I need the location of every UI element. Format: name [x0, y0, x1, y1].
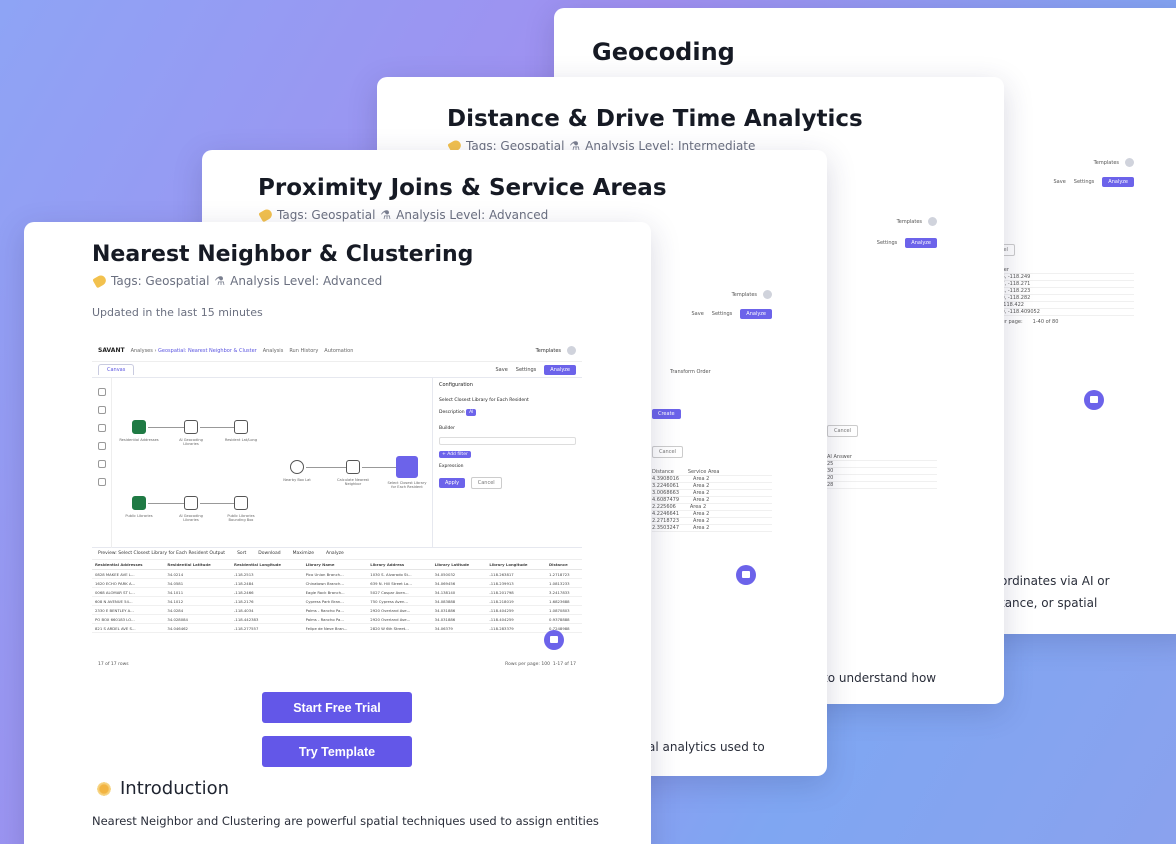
table-row: 0068 ALOMAR ST L... 34.1011 -118.2466 Eagle… — [92, 587, 582, 597]
nav-analysis: Analysis — [262, 347, 284, 354]
table-row: 608 N AVENUE 54... 34.1012 -118.2176 Cypres… — [92, 596, 582, 606]
avatar — [763, 290, 772, 299]
mini-screenshot: Templates Settings Analyze Cancel AI Ans… — [827, 217, 937, 489]
card-title: Nearest Neighbor & Clustering — [92, 242, 474, 267]
start-free-trial-button[interactable]: Start Free Trial — [262, 692, 412, 723]
tag-icon — [258, 207, 274, 223]
templates-menu: Templates — [535, 347, 561, 354]
excel-icon — [132, 420, 146, 434]
card-title: Distance & Drive Time Analytics — [447, 106, 863, 132]
app-logo: SAVANT — [98, 347, 125, 354]
avatar — [928, 217, 937, 226]
chat-bubble-icon[interactable] — [544, 630, 564, 650]
join-icon — [290, 460, 304, 474]
canvas-sidebar — [92, 378, 112, 548]
transform-icon — [234, 420, 248, 434]
introduction-heading: Introduction — [96, 778, 229, 799]
chat-bubble-icon[interactable] — [1084, 390, 1104, 410]
try-template-button[interactable]: Try Template — [262, 736, 412, 767]
updated-text: Updated in the last 15 minutes — [92, 306, 263, 319]
avatar — [1125, 158, 1134, 167]
tab-canvas: Canvas — [98, 364, 135, 375]
card-snippet: to understand how — [823, 671, 937, 685]
card-meta: Tags: Geospatial ⚗ Analysis Level: Advan… — [258, 207, 548, 223]
nav-automation: Automation — [324, 347, 354, 354]
ai-node-icon — [184, 420, 198, 434]
mini-screenshot: Templates Save Settings Analyze Cancel A… — [984, 158, 1134, 410]
settings-button: Settings — [515, 366, 537, 373]
transform-icon — [234, 496, 248, 510]
nav-run-history: Run History — [289, 347, 319, 354]
breadcrumb: Analyses › Geospatial: Nearest Neighbor … — [130, 347, 257, 354]
table-row: 0828 MAKEE AVE L... 34.0214 -118.2513 Pico … — [92, 569, 582, 579]
flask-icon: ⚗ — [214, 274, 226, 288]
tag-icon — [92, 273, 108, 289]
configuration-panel: Configuration Select Closest Library for… — [432, 378, 582, 548]
card-title: Geocoding — [592, 38, 735, 66]
card-title: Proximity Joins & Service Areas — [258, 175, 667, 201]
sparkle-icon — [96, 780, 112, 797]
transform-icon — [346, 460, 360, 474]
table-footer: 17 of 17 rows Rows per page: 100 1-17 of… — [98, 661, 576, 667]
template-card-nearest-neighbor[interactable]: Nearest Neighbor & Clustering Tags: Geos… — [24, 222, 651, 844]
workflow-canvas: Residential Addresses AI Geocoding Libra… — [92, 378, 582, 548]
canvas-toolbar: Canvas Save Settings Analyze — [92, 362, 582, 378]
introduction-text: Nearest Neighbor and Clustering are powe… — [92, 814, 599, 828]
card-snippet: tance, or spatial — [1000, 596, 1098, 610]
avatar — [567, 346, 576, 355]
excel-icon — [132, 496, 146, 510]
card-snippet: al analytics used to — [648, 740, 765, 754]
app-header: SAVANT Analyses › Geospatial: Nearest Ne… — [92, 340, 582, 362]
ai-node-icon — [184, 496, 198, 510]
table-row: PO BOX 660183 LO... 34.028084 -118.442383 P… — [92, 614, 582, 624]
table-row: 1620 ECHO PARK A... 34.0581 -118.2484 China… — [92, 578, 582, 588]
chat-bubble-icon[interactable] — [736, 565, 756, 585]
table-row: 821 S ARDEL AVE S... 34.046462 -118.277557… — [92, 623, 582, 633]
preview-table: Residential Addresses Residential Latitud… — [92, 560, 582, 633]
table-row: 2330 E BENTLEY A... 34.0284 -118.4034 Palms… — [92, 605, 582, 615]
card-snippet: ordinates via AI or — [1000, 574, 1110, 588]
card-meta: Tags: Geospatial ⚗ Analysis Level: Advan… — [92, 273, 382, 289]
app-preview-screenshot: SAVANT Analyses › Geospatial: Nearest Ne… — [92, 340, 582, 670]
flask-icon: ⚗ — [380, 208, 392, 222]
save-button: Save — [495, 366, 508, 373]
mini-screenshot: Templates Save Settings Analyze Transfor… — [652, 290, 772, 585]
filter-icon — [396, 456, 418, 478]
preview-toolbar: Preview: Select Closest Library for Each… — [92, 548, 582, 560]
analyze-button: Analyze — [544, 364, 576, 375]
